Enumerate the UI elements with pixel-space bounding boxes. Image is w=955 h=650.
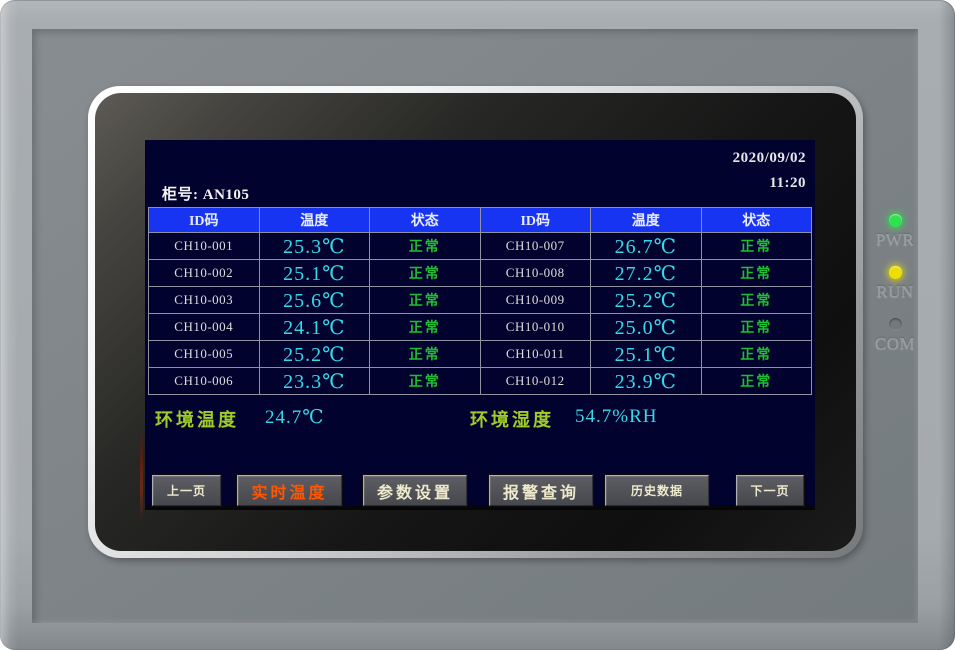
status-cell: 正常 <box>370 287 481 314</box>
run-led <box>889 266 902 279</box>
channel-id-cell: CH10-004 <box>149 314 260 341</box>
ambient-temperature-label: 环境温度 <box>155 406 239 432</box>
status-cell: 正常 <box>701 287 812 314</box>
status-cell: 正常 <box>701 314 812 341</box>
channel-id-cell: CH10-001 <box>149 233 260 260</box>
channel-id-cell: CH10-012 <box>480 368 591 395</box>
table-row: CH10-00525.2℃正常CH10-01125.1℃正常 <box>149 341 812 368</box>
ambient-humidity-value: 54.7%RH <box>575 406 657 428</box>
channel-id-cell: CH10-003 <box>149 287 260 314</box>
alarm-query-button[interactable]: 报警查询 <box>489 475 593 506</box>
run-led-label: RUN <box>867 282 923 302</box>
datetime-display: 2020/09/02 11:20 <box>733 146 806 196</box>
channel-temperature-table: ID码温度状态ID码温度状态 CH10-00125.3℃正常CH10-00726… <box>148 207 812 395</box>
ambient-humidity-label: 环境湿度 <box>470 406 554 432</box>
history-data-button[interactable]: 历史数据 <box>605 475 709 506</box>
status-cell: 正常 <box>701 341 812 368</box>
pwr-led-label: PWR <box>867 230 923 250</box>
hmi-device-frame: 2020/09/02 11:20 柜号: AN105 ID码温度状态ID码温度状… <box>0 0 955 650</box>
channel-id-cell: CH10-007 <box>480 233 591 260</box>
temperature-cell: 25.1℃ <box>591 341 702 368</box>
realtime-temperature-button[interactable]: 实时温度 <box>237 475 342 506</box>
ambient-temperature-value: 24.7℃ <box>265 406 325 429</box>
temperature-cell: 27.2℃ <box>591 260 702 287</box>
channel-id-cell: CH10-010 <box>480 314 591 341</box>
table-row: CH10-00424.1℃正常CH10-01025.0℃正常 <box>149 314 812 341</box>
table-header-row: ID码温度状态ID码温度状态 <box>149 208 812 233</box>
table-header-cell: 温度 <box>591 208 702 233</box>
temperature-cell: 23.3℃ <box>259 368 370 395</box>
status-led-strip: PWR RUN COM <box>867 214 923 354</box>
run-led-group: RUN <box>867 266 923 302</box>
table-header-cell: 状态 <box>701 208 812 233</box>
date-display: 2020/09/02 <box>733 146 806 171</box>
screen-edge-reflection <box>140 430 143 520</box>
lcd-screen: 2020/09/02 11:20 柜号: AN105 ID码温度状态ID码温度状… <box>145 140 815 510</box>
temperature-cell: 25.0℃ <box>591 314 702 341</box>
prev-page-button[interactable]: 上一页 <box>152 475 221 506</box>
table-header-cell: 温度 <box>259 208 370 233</box>
channel-id-cell: CH10-008 <box>480 260 591 287</box>
parameter-settings-button[interactable]: 参数设置 <box>363 475 467 506</box>
channel-id-cell: CH10-005 <box>149 341 260 368</box>
temperature-cell: 24.1℃ <box>259 314 370 341</box>
temperature-cell: 26.7℃ <box>591 233 702 260</box>
pwr-led-group: PWR <box>867 214 923 250</box>
status-cell: 正常 <box>701 368 812 395</box>
temperature-cell: 25.6℃ <box>259 287 370 314</box>
temperature-cell: 23.9℃ <box>591 368 702 395</box>
com-led-group: COM <box>867 318 923 354</box>
channel-id-cell: CH10-011 <box>480 341 591 368</box>
table-row: CH10-00225.1℃正常CH10-00827.2℃正常 <box>149 260 812 287</box>
table-header-cell: ID码 <box>149 208 260 233</box>
cabinet-number-label: 柜号: AN105 <box>162 183 249 204</box>
temperature-cell: 25.2℃ <box>591 287 702 314</box>
com-led-label: COM <box>867 334 923 354</box>
table-row: CH10-00325.6℃正常CH10-00925.2℃正常 <box>149 287 812 314</box>
table-header-cell: ID码 <box>480 208 591 233</box>
status-cell: 正常 <box>701 233 812 260</box>
table-row: CH10-00623.3℃正常CH10-01223.9℃正常 <box>149 368 812 395</box>
status-cell: 正常 <box>701 260 812 287</box>
temperature-cell: 25.1℃ <box>259 260 370 287</box>
table-row: CH10-00125.3℃正常CH10-00726.7℃正常 <box>149 233 812 260</box>
com-led <box>889 318 902 331</box>
status-cell: 正常 <box>370 233 481 260</box>
temperature-cell: 25.2℃ <box>259 341 370 368</box>
status-cell: 正常 <box>370 260 481 287</box>
status-cell: 正常 <box>370 341 481 368</box>
pwr-led <box>889 214 902 227</box>
nav-button-bar: 上一页实时温度参数设置报警查询历史数据下一页 <box>145 475 815 506</box>
channel-id-cell: CH10-002 <box>149 260 260 287</box>
status-cell: 正常 <box>370 368 481 395</box>
status-cell: 正常 <box>370 314 481 341</box>
next-page-button[interactable]: 下一页 <box>736 475 804 506</box>
channel-id-cell: CH10-006 <box>149 368 260 395</box>
temperature-cell: 25.3℃ <box>259 233 370 260</box>
channel-id-cell: CH10-009 <box>480 287 591 314</box>
table-header-cell: 状态 <box>370 208 481 233</box>
time-display: 11:20 <box>733 171 806 196</box>
